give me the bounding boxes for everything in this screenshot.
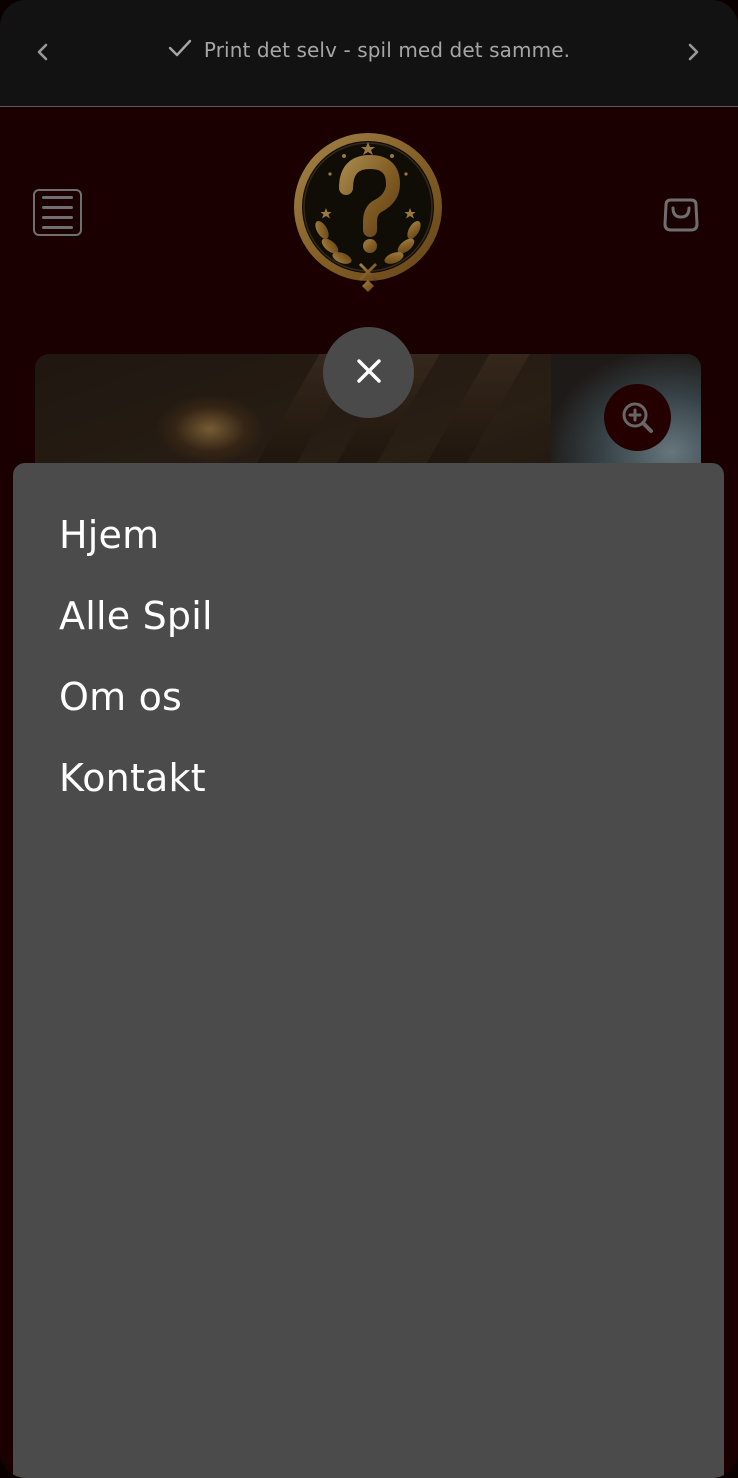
announcement-message: Print det selv - spil med det samme. [168,38,570,63]
close-menu-button[interactable] [323,327,414,418]
nav-item-kontakt[interactable]: Kontakt [59,750,724,831]
nav-item-alle-spil[interactable]: Alle Spil [59,588,724,669]
checkmark-icon [168,38,192,63]
navigation-drawer: Hjem Alle Spil Om os Kontakt [13,463,724,1478]
close-icon [356,358,382,388]
chevron-left-icon[interactable] [29,38,57,66]
announcement-bar: Print det selv - spil med det samme. [0,0,738,107]
nav-item-hjem[interactable]: Hjem [59,507,724,588]
announcement-text: Print det selv - spil med det samme. [203,38,571,62]
chevron-right-icon[interactable] [679,38,707,66]
nav-menu: Hjem Alle Spil Om os Kontakt [59,507,724,831]
nav-item-om-os[interactable]: Om os [59,669,724,750]
page: Print det selv - spil med det samme. Hje… [0,0,738,1478]
